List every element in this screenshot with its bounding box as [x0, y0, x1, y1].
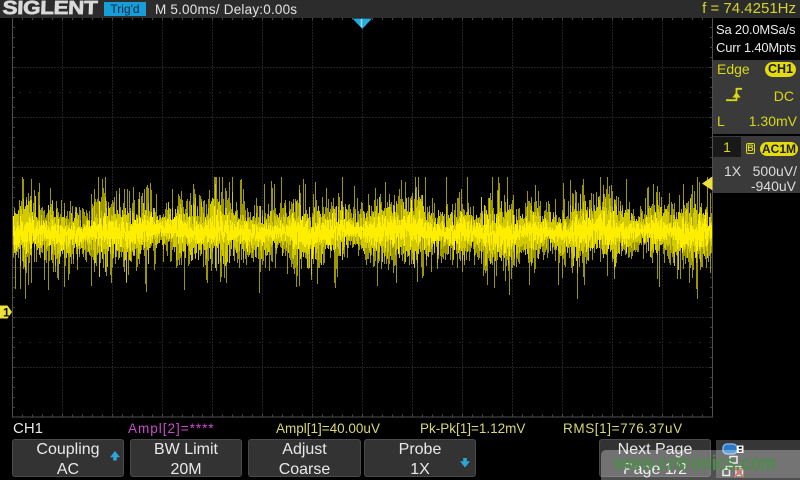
svg-text:1: 1	[3, 306, 10, 320]
